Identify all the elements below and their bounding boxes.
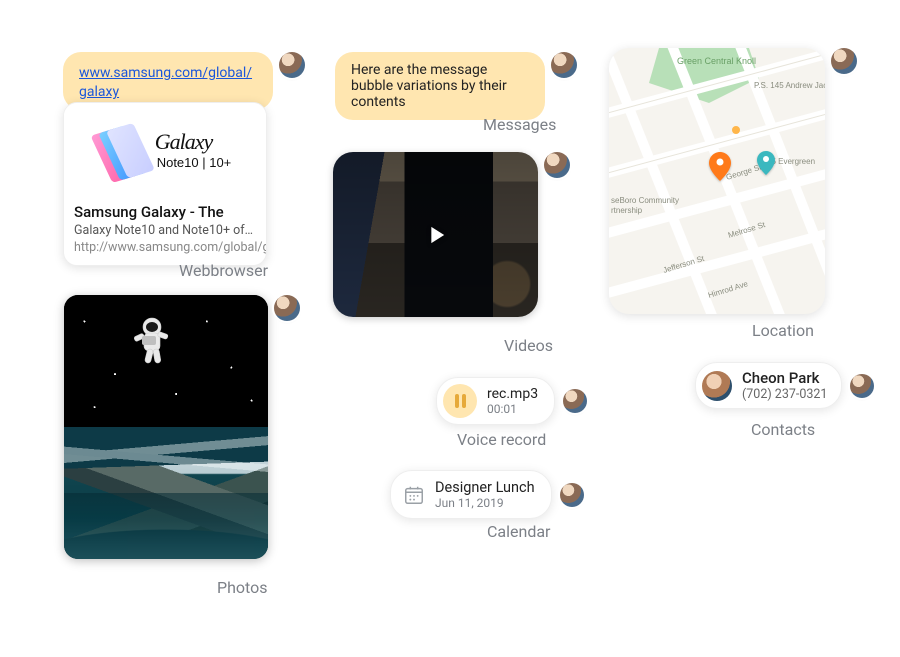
map-street-himrod: Himrod Ave [707, 279, 750, 300]
note10-logo-line2: Note10 | 10+ [157, 155, 232, 170]
map-school-label: P.S. 145 Andrew Jack [754, 81, 825, 90]
voice-duration: 00:01 [487, 402, 538, 416]
location-message: Green Central Knoll P.S. 145 Andrew Jack… [609, 48, 857, 314]
section-label-contacts: Contacts [751, 420, 815, 439]
map-community-label1: seBoro Community [611, 196, 679, 205]
web-preview-thumbnail: Galaxy Note10 | 10+ [64, 103, 266, 195]
avatar[interactable] [563, 389, 587, 413]
avatar[interactable] [544, 152, 570, 178]
weblink-anchor[interactable]: www.samsung.com/global/galaxy [79, 65, 252, 100]
text-message-content: Here are the message bubble variations b… [335, 52, 545, 120]
section-label-messages: Messages [483, 115, 556, 134]
section-label-videos: Videos [504, 336, 553, 355]
avatar[interactable] [551, 52, 577, 78]
calendar-message: Designer Lunch Jun 11, 2019 [390, 470, 584, 519]
photo-stack[interactable] [64, 295, 268, 559]
photo-astronaut [64, 295, 268, 427]
text-message-bubble: Here are the message bubble variations b… [335, 52, 577, 120]
video-message [333, 152, 570, 317]
contact-avatar [702, 371, 732, 401]
avatar[interactable] [279, 52, 305, 78]
play-icon [422, 221, 450, 249]
note10-logo-line1: Galaxy [155, 129, 232, 155]
note10-logo: Galaxy Note10 | 10+ [155, 129, 232, 170]
section-label-location: Location [752, 321, 814, 340]
calendar-title: Designer Lunch [435, 479, 535, 496]
web-preview-title: Samsung Galaxy - The [74, 203, 256, 221]
map-card[interactable]: Green Central Knoll P.S. 145 Andrew Jack… [609, 48, 825, 314]
map-community-label2: rtnership [611, 206, 643, 215]
web-preview-url: http://www.samsung.com/global/galaxy [74, 240, 256, 255]
map-graphic: Green Central Knoll P.S. 145 Andrew Jack… [609, 48, 825, 314]
voice-card[interactable]: rec.mp3 00:01 [436, 377, 555, 425]
voice-message: rec.mp3 00:01 [436, 377, 587, 425]
avatar[interactable] [831, 48, 857, 74]
message-variations-canvas: { "sections": { "webbrowser": "Webbrowse… [0, 0, 900, 657]
contact-name: Cheon Park [742, 369, 827, 387]
web-preview-card[interactable]: Galaxy Note10 | 10+ Samsung Galaxy - The… [63, 102, 267, 266]
contact-card[interactable]: Cheon Park (702) 237-0321 [695, 362, 842, 409]
photo-lake [64, 427, 268, 559]
pause-icon[interactable] [443, 384, 477, 418]
calendar-date: Jun 11, 2019 [435, 496, 535, 510]
calendar-card[interactable]: Designer Lunch Jun 11, 2019 [390, 470, 552, 519]
play-button[interactable] [414, 213, 458, 257]
astronaut-graphic [124, 313, 174, 373]
section-label-webbrowser: Webbrowser [179, 261, 268, 280]
calendar-icon [403, 484, 425, 506]
section-label-calendar: Calendar [487, 522, 550, 541]
section-label-photos: Photos [217, 578, 268, 597]
contact-message: Cheon Park (702) 237-0321 [695, 362, 874, 409]
section-label-voice: Voice record [457, 430, 546, 449]
note10-phones-graphic [87, 115, 157, 183]
avatar[interactable] [560, 483, 584, 507]
photos-message [64, 295, 300, 559]
avatar[interactable] [850, 374, 874, 398]
avatar[interactable] [274, 295, 300, 321]
map-dot [732, 126, 740, 134]
map-park-label: Green Central Knoll [677, 56, 756, 66]
contact-phone: (702) 237-0321 [742, 387, 827, 402]
video-thumbnail[interactable] [333, 152, 538, 317]
voice-filename: rec.mp3 [487, 386, 538, 402]
web-preview-desc: Galaxy Note10 and Note10+ offer next-lev… [74, 223, 256, 238]
